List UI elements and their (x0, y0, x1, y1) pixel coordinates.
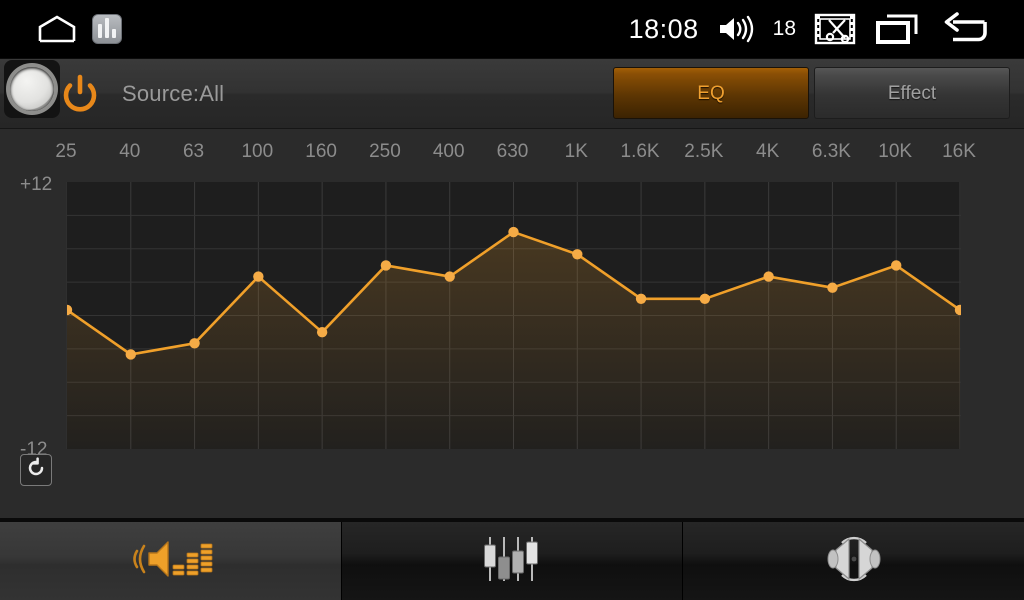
freq-label-1k: 1K (564, 141, 588, 162)
app-header: Source:All EQ Effect (0, 59, 1024, 129)
eq-band-handle-40[interactable] (125, 349, 136, 360)
knob-dial (10, 67, 54, 111)
status-bar: 18:08 18 (0, 0, 1024, 58)
freq-label-63: 63 (182, 141, 205, 162)
eq-band-handle-2.5k[interactable] (699, 293, 711, 305)
eq-band-handle-630[interactable] (508, 226, 519, 238)
freq-label-25: 25 (55, 141, 77, 162)
speaker-equalizer-icon (127, 535, 213, 588)
freq-label-160: 160 (305, 141, 337, 162)
mode-tabs: EQ Effect (613, 67, 1010, 119)
eq-band-handle-4k[interactable] (763, 271, 774, 282)
home-icon[interactable] (38, 14, 76, 44)
freq-label-6.3k: 6.3K (811, 141, 851, 162)
tab-eq[interactable]: EQ (613, 67, 809, 119)
eq-band-handle-63[interactable] (189, 338, 200, 349)
freq-label-630: 630 (496, 141, 529, 162)
freq-label-100: 100 (241, 141, 274, 162)
source-label: Source:All (122, 81, 225, 106)
freq-label-16k: 16K (942, 141, 976, 162)
eq-band-handle-250[interactable] (380, 260, 392, 271)
axis-max-label: +12 (20, 174, 53, 195)
screenshot-scissors-icon[interactable] (814, 12, 856, 46)
bottom-tab-bar (0, 518, 1024, 600)
reset-eq-button[interactable] (20, 454, 52, 486)
freq-label-250: 250 (369, 141, 401, 162)
bottom-tab-equalizer[interactable] (0, 522, 342, 600)
eq-band-handle-6.3k[interactable] (827, 282, 838, 293)
equalizer-tray-icon[interactable] (92, 14, 122, 44)
equalizer-panel: 25 40 63 100 160 250 400 630 1K 1.6K 2.5K 4K 6.3K 10K… (0, 129, 1024, 518)
eq-band-handle-400[interactable] (444, 271, 455, 282)
eq-band-handle-1.6k[interactable] (635, 293, 647, 305)
freq-label-10k: 10K (878, 141, 913, 162)
tab-effect[interactable]: Effect (814, 67, 1010, 119)
power-icon[interactable] (58, 73, 102, 117)
eq-plot-svg (67, 182, 961, 449)
eq-band-handle-1k[interactable] (572, 249, 583, 260)
bottom-tab-faders[interactable] (341, 522, 684, 600)
eq-band-handle-160[interactable] (316, 326, 328, 338)
status-clock: 18:08 (628, 13, 699, 44)
eq-curve-plot[interactable] (66, 182, 961, 449)
bottom-tab-balance[interactable] (683, 522, 1024, 600)
eq-application: Source:All EQ Effect 25 40 63 100 160 250 400 6… (0, 58, 1024, 518)
eq-band-handle-100[interactable] (253, 271, 264, 282)
freq-label-40: 40 (119, 141, 141, 162)
balance-fader-icon (818, 533, 890, 590)
eq-band-handle-10k[interactable] (891, 260, 902, 271)
back-arrow-icon[interactable] (938, 10, 996, 48)
volume-level-value: 18 (772, 17, 796, 40)
volume-speaker-icon[interactable] (717, 14, 757, 44)
frequency-axis: 25 40 63 100 160 250 400 630 1K 1.6K 2.5K 4K 6.3K 10K… (0, 141, 1024, 169)
recent-apps-icon[interactable] (874, 12, 920, 46)
freq-label-1.6k: 1.6K (620, 141, 660, 162)
reset-circular-arrow-icon (25, 456, 47, 484)
freq-label-400: 400 (432, 141, 465, 162)
freq-label-4k: 4K (756, 141, 780, 162)
freq-label-2.5k: 2.5K (684, 141, 724, 162)
faders-sliders-icon (482, 533, 542, 590)
volume-knob[interactable] (4, 60, 60, 118)
